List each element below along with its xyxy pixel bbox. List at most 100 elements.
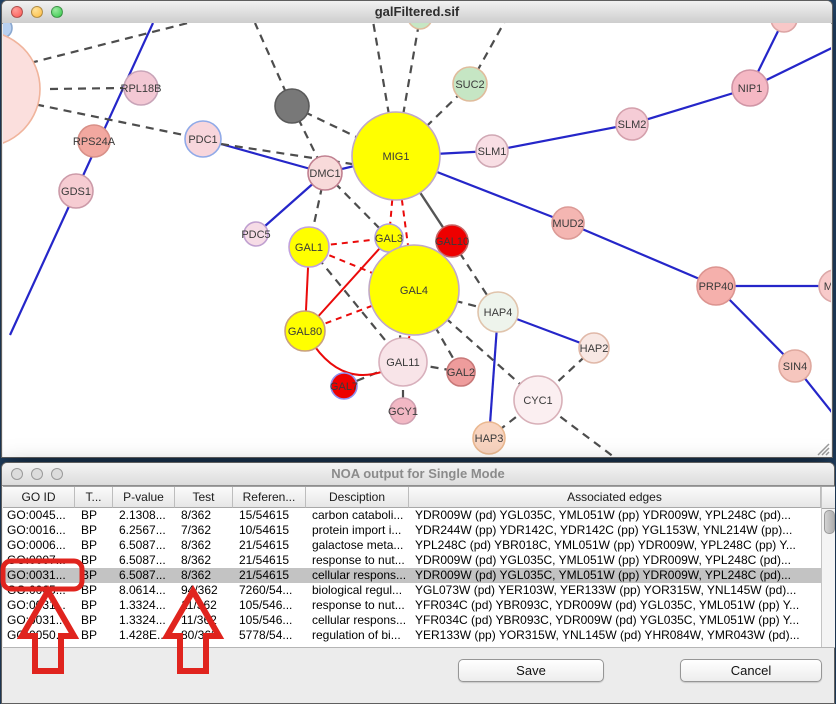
table-cell: carbon cataboli... xyxy=(306,508,409,523)
close-button[interactable] xyxy=(11,6,23,18)
table-cell: 6.5087... xyxy=(113,553,175,568)
node-label: RPS24A xyxy=(73,136,116,148)
table-cell: response to nut... xyxy=(306,598,409,613)
table-cell: GO:0031... xyxy=(3,613,75,628)
table-cell: 1.3324... xyxy=(113,598,175,613)
node-label: SUC2 xyxy=(455,79,484,91)
table-cell: YER133W (pp) YOR315W, YNL145W (pd) YHR08… xyxy=(409,628,821,643)
table-row[interactable]: GO:0045...BP2.1308...8/36215/54615carbon… xyxy=(3,508,821,523)
noa-table-header: GO IDT...P-valueTestReferen...Desciption… xyxy=(3,487,821,508)
table-row[interactable]: GO:0065...BP8.0614...94/3627260/54...bio… xyxy=(3,583,821,598)
scrollbar-thumb[interactable] xyxy=(824,510,835,534)
table-cell: YFR034C (pd) YBR093C, YDR009W (pd) YGL03… xyxy=(409,598,821,613)
node-label: NIP1 xyxy=(738,83,762,95)
cancel-button[interactable]: Cancel xyxy=(680,659,822,682)
table-scrollbar[interactable] xyxy=(821,487,835,647)
table-row[interactable]: GO:0031...BP1.3324...11/362105/546...cel… xyxy=(3,613,821,628)
table-cell: BP xyxy=(75,553,113,568)
table-row[interactable]: GO:0016...BP6.2567...7/36210/54615protei… xyxy=(3,523,821,538)
node-label: GCY1 xyxy=(388,406,418,418)
save-button[interactable]: Save xyxy=(458,659,604,682)
column-header[interactable]: Referen... xyxy=(233,487,306,508)
table-row[interactable]: GO:0050...BP1.428E...80/3625778/54...reg… xyxy=(3,628,821,643)
node-label: SLM2 xyxy=(618,119,647,131)
table-cell: GO:0007... xyxy=(3,553,75,568)
node-label: GAL3 xyxy=(375,233,403,245)
table-cell: 1.3324... xyxy=(113,613,175,628)
node-label: MSL xyxy=(824,281,831,293)
table-row[interactable]: GO:0031...BP1.3324...11/362105/546...res… xyxy=(3,598,821,613)
node-label: HAP3 xyxy=(475,433,504,445)
node-label: CYC1 xyxy=(523,395,552,407)
network-node[interactable] xyxy=(275,89,309,123)
node-label: PDC1 xyxy=(188,134,217,146)
table-cell: 5778/54... xyxy=(233,628,306,643)
zoom-button[interactable] xyxy=(51,468,63,480)
resize-grip-icon[interactable] xyxy=(816,442,830,456)
node-label: GAL80 xyxy=(288,326,322,338)
table-cell: 21/54615 xyxy=(233,538,306,553)
table-cell: 6.5087... xyxy=(113,538,175,553)
table-cell: BP xyxy=(75,568,113,583)
desktop-background: galFiltered.sif RPL18BRPS24AGDS1PDC1DMC1… xyxy=(0,0,836,704)
table-cell: 15/54615 xyxy=(233,508,306,523)
table-cell: 11/362 xyxy=(175,613,233,628)
network-node[interactable] xyxy=(3,31,40,147)
table-cell: 6.2567... xyxy=(113,523,175,538)
noa-table: GO IDT...P-valueTestReferen...Desciption… xyxy=(3,486,835,648)
node-label: MIG1 xyxy=(383,151,410,163)
network-window-title: galFiltered.sif xyxy=(2,1,832,23)
node-label: GAL7 xyxy=(330,381,358,393)
table-cell: 105/546... xyxy=(233,613,306,628)
table-cell: BP xyxy=(75,583,113,598)
table-cell: BP xyxy=(75,538,113,553)
column-header[interactable]: P-value xyxy=(113,487,175,508)
table-cell: response to nut... xyxy=(306,553,409,568)
table-cell: YFR034C (pd) YBR093C, YDR009W (pd) YGL03… xyxy=(409,613,821,628)
table-cell: 11/362 xyxy=(175,598,233,613)
node-label: DMC1 xyxy=(309,168,340,180)
node-label: MUD2 xyxy=(552,218,583,230)
network-canvas[interactable]: RPL18BRPS24AGDS1PDC1DMC1SUC2SLM1SLM2NIP1… xyxy=(3,23,831,457)
zoom-button[interactable] xyxy=(51,6,63,18)
node-label: HAP2 xyxy=(580,343,609,355)
table-cell: cellular respons... xyxy=(306,613,409,628)
node-label: SLM1 xyxy=(478,146,507,158)
traffic-lights xyxy=(11,6,63,18)
table-cell: 8/362 xyxy=(175,553,233,568)
network-node[interactable] xyxy=(771,23,797,32)
column-header[interactable]: GO ID xyxy=(3,487,75,508)
table-row[interactable]: GO:0007...BP6.5087...8/36221/54615respon… xyxy=(3,553,821,568)
network-titlebar: galFiltered.sif xyxy=(2,1,832,24)
noa-table-body: GO:0045...BP2.1308...8/36215/54615carbon… xyxy=(3,508,835,643)
column-header[interactable]: Desciption xyxy=(306,487,409,508)
column-header[interactable]: Test xyxy=(175,487,233,508)
noa-titlebar: NOA output for Single Mode xyxy=(2,463,834,486)
column-header[interactable]: T... xyxy=(75,487,113,508)
table-row[interactable]: GO:0031...BP6.5087...8/36221/54615cellul… xyxy=(3,568,821,583)
table-cell: 80/362 xyxy=(175,628,233,643)
table-cell: GO:0045... xyxy=(3,508,75,523)
table-cell: YDR244W (pp) YDR142C, YDR142C (pp) YGL15… xyxy=(409,523,821,538)
table-cell: 8/362 xyxy=(175,538,233,553)
table-cell: GO:0050... xyxy=(3,628,75,643)
minimize-button[interactable] xyxy=(31,468,43,480)
column-header[interactable]: Associated edges xyxy=(409,487,821,508)
network-edge xyxy=(492,124,632,151)
noa-traffic-lights xyxy=(11,468,63,480)
node-label: PDC5 xyxy=(241,229,270,241)
node-label: PRP40 xyxy=(699,281,734,293)
table-cell: 94/362 xyxy=(175,583,233,598)
network-node[interactable] xyxy=(408,23,432,29)
table-cell: GO:0031... xyxy=(3,598,75,613)
table-cell: 6.5087... xyxy=(113,568,175,583)
node-label: RPL18B xyxy=(121,83,162,95)
noa-window-title: NOA output for Single Mode xyxy=(2,463,834,485)
minimize-button[interactable] xyxy=(31,6,43,18)
network-edge xyxy=(10,191,76,335)
table-cell: regulation of bi... xyxy=(306,628,409,643)
table-cell: protein import i... xyxy=(306,523,409,538)
table-row[interactable]: GO:0006...BP6.5087...8/36221/54615galact… xyxy=(3,538,821,553)
close-button[interactable] xyxy=(11,468,23,480)
table-cell: BP xyxy=(75,613,113,628)
